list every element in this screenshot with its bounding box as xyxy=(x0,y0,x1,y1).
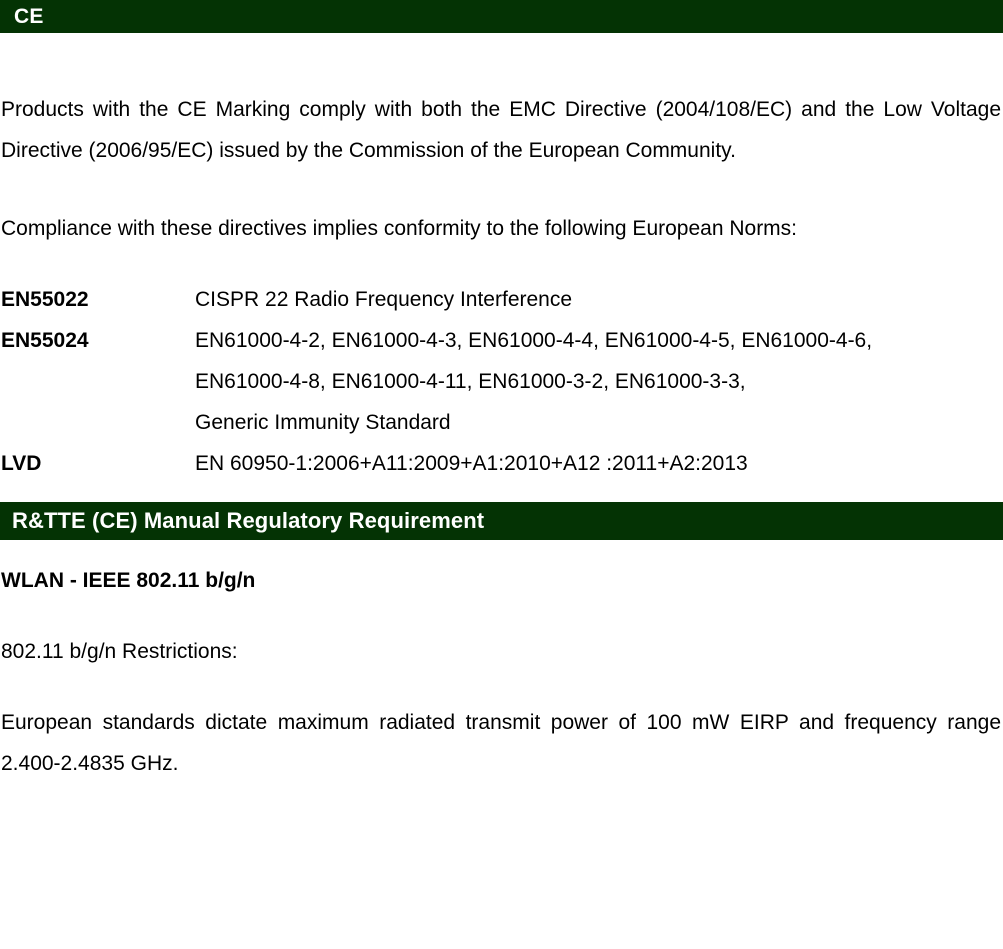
wlan-heading: WLAN - IEEE 802.11 b/g/n xyxy=(1,569,256,592)
standards-row: EN55022 CISPR 22 Radio Frequency Interfe… xyxy=(0,279,1003,320)
standards-value-line: EN61000-4-8, EN61000-4-11, EN61000-3-2, … xyxy=(195,370,746,393)
restrictions-heading: 802.11 b/g/n Restrictions: xyxy=(1,640,238,663)
standards-values: EN 60950-1:2006+A11:2009+A1:2010+A12 :20… xyxy=(195,443,1003,484)
section-banner-ce: CE xyxy=(0,0,1003,33)
standards-row: EN55024 EN61000-4-2, EN61000-4-3, EN6100… xyxy=(0,320,1003,443)
rtte-paragraph-1: European standards dictate maximum radia… xyxy=(1,711,1001,775)
section-banner-rtte: R&TTE (CE) Manual Regulatory Requirement xyxy=(0,502,1003,540)
ce-paragraph-2: Compliance with these directives implies… xyxy=(1,217,798,240)
ce-paragraph-1: Products with the CE Marking comply with… xyxy=(1,98,1001,162)
standards-values: EN61000-4-2, EN61000-4-3, EN61000-4-4, E… xyxy=(195,320,1003,443)
standards-label: EN55022 xyxy=(1,288,89,311)
standards-label: EN55024 xyxy=(1,329,89,352)
standards-list: EN55022 CISPR 22 Radio Frequency Interfe… xyxy=(0,279,1003,484)
standards-value-line: Generic Immunity Standard xyxy=(195,411,451,434)
standards-label: LVD xyxy=(1,452,42,475)
section-banner-rtte-title: R&TTE (CE) Manual Regulatory Requirement xyxy=(12,508,485,533)
standards-values: CISPR 22 Radio Frequency Interference xyxy=(195,279,1003,320)
section-banner-ce-title: CE xyxy=(14,4,44,28)
document-page: CE Products with the CE Marking comply w… xyxy=(0,0,1003,949)
standards-value-line: EN61000-4-2, EN61000-4-3, EN61000-4-4, E… xyxy=(195,329,873,352)
standards-value-line: CISPR 22 Radio Frequency Interference xyxy=(195,288,573,311)
standards-row: LVD EN 60950-1:2006+A11:2009+A1:2010+A12… xyxy=(0,443,1003,484)
standards-value-line: EN 60950-1:2006+A11:2009+A1:2010+A12 :20… xyxy=(195,452,748,475)
